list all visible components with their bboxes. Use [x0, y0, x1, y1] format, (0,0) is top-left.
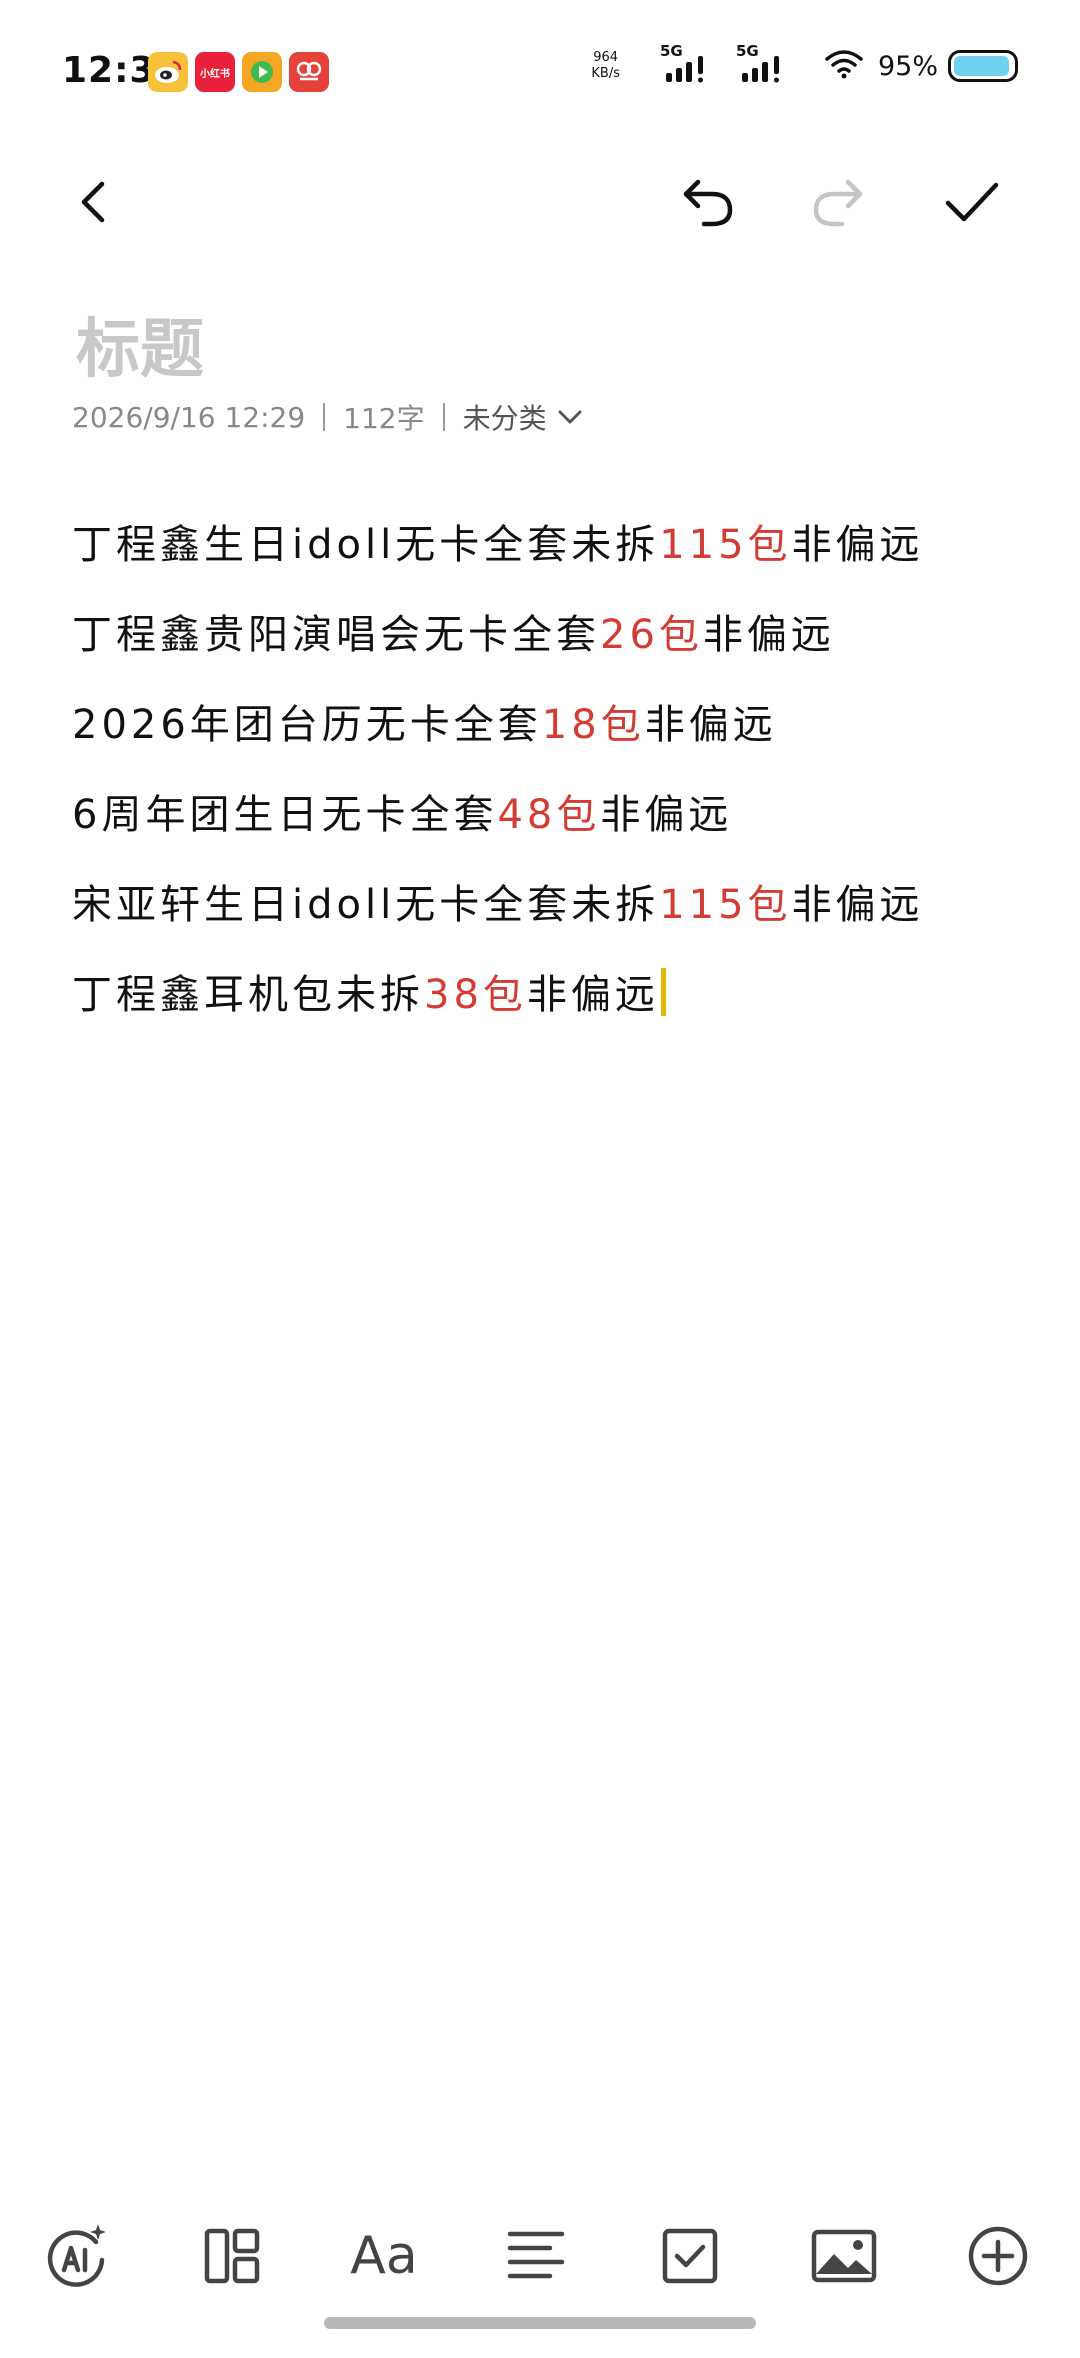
note-line: 丁程鑫耳机包未拆38包非偏远: [72, 950, 1022, 1040]
undo-button[interactable]: [676, 170, 740, 234]
meta-divider: [323, 403, 326, 431]
sim2-signal: 5G: [736, 42, 798, 84]
layout-button[interactable]: [192, 2216, 272, 2296]
format-toolbar: Aa: [0, 2200, 1080, 2310]
price-text: 18包: [541, 702, 645, 748]
back-button[interactable]: [62, 170, 126, 234]
battery-icon: [948, 50, 1018, 82]
align-button[interactable]: [496, 2216, 576, 2296]
price-text: 115包: [659, 882, 792, 928]
notification-app-icons: 小红书: [148, 52, 336, 92]
note-datetime: 2026/9/16 12:29: [72, 400, 306, 434]
check-icon: [945, 182, 999, 222]
note-line: 2026年团台历无卡全套18包非偏远: [72, 702, 777, 748]
undo-icon: [683, 179, 733, 227]
sim1-signal: 5G: [660, 42, 722, 84]
redo-icon: [813, 179, 863, 227]
done-button[interactable]: [940, 170, 1004, 234]
image-icon: [811, 2229, 877, 2283]
note-line: 6周年团生日无卡全套48包非偏远: [72, 792, 733, 838]
note-line: 丁程鑫生日idoll无卡全套未拆115包非偏远: [72, 522, 924, 568]
redo-button[interactable]: [806, 170, 870, 234]
wifi-icon: [824, 49, 864, 83]
note-line: 宋亚轩生日idoll无卡全套未拆115包非偏远: [72, 882, 924, 928]
price-text: 115包: [659, 522, 792, 568]
ai-sparkle-icon: [47, 2224, 106, 2287]
note-title-input[interactable]: 标题: [76, 298, 204, 390]
category-label: 未分类: [462, 402, 547, 435]
layout-icon: [204, 2228, 260, 2284]
video-app-icon: [242, 52, 282, 92]
chevron-down-icon: [558, 410, 582, 424]
battery-level-fill: [954, 56, 1010, 76]
weibo-icon: [148, 52, 188, 92]
note-line: 丁程鑫贵阳演唱会无卡全套26包非偏远: [72, 612, 835, 658]
price-text: 26包: [600, 612, 703, 658]
font-style-label: Aa: [350, 2226, 418, 2286]
status-bar: 12:39 小红书 964 KB/s 5G 5G 95%: [0, 0, 1080, 150]
text-caret: [660, 968, 666, 1016]
note-word-count: 112字: [343, 402, 425, 435]
align-left-icon: [507, 2231, 565, 2279]
note-meta: 2026/9/16 12:29 112字 未分类: [72, 397, 583, 437]
price-text: 38包: [424, 972, 527, 1018]
checkbox-icon: [662, 2228, 718, 2284]
plus-circle-icon: [968, 2226, 1028, 2286]
taobao-icon: [289, 52, 329, 92]
network-speed-unit: KB/s: [591, 66, 620, 81]
sim2-network-type: 5G: [735, 42, 759, 60]
chevron-left-icon: [81, 181, 105, 223]
ai-button[interactable]: [36, 2216, 116, 2296]
font-style-button[interactable]: Aa: [344, 2216, 424, 2296]
insert-image-button[interactable]: [804, 2216, 884, 2296]
add-button[interactable]: [958, 2216, 1038, 2296]
status-right-cluster: 964 KB/s 5G 5G 95%: [591, 42, 1018, 84]
editor-toolbar: [0, 150, 1080, 250]
price-text: 48包: [497, 792, 601, 838]
sim1-network-type: 5G: [659, 42, 683, 60]
category-selector[interactable]: 未分类: [463, 397, 583, 437]
network-speed: 964 KB/s: [591, 50, 620, 82]
checklist-button[interactable]: [650, 2216, 730, 2296]
network-speed-value: 964: [593, 50, 619, 65]
meta-divider: [442, 403, 445, 431]
battery-percent: 95%: [877, 50, 938, 82]
xiaohongshu-icon: 小红书: [195, 52, 235, 92]
note-body-editor[interactable]: 丁程鑫生日idoll无卡全套未拆115包非偏远 丁程鑫贵阳演唱会无卡全套26包非…: [72, 500, 1022, 1040]
home-indicator[interactable]: [324, 2317, 756, 2329]
